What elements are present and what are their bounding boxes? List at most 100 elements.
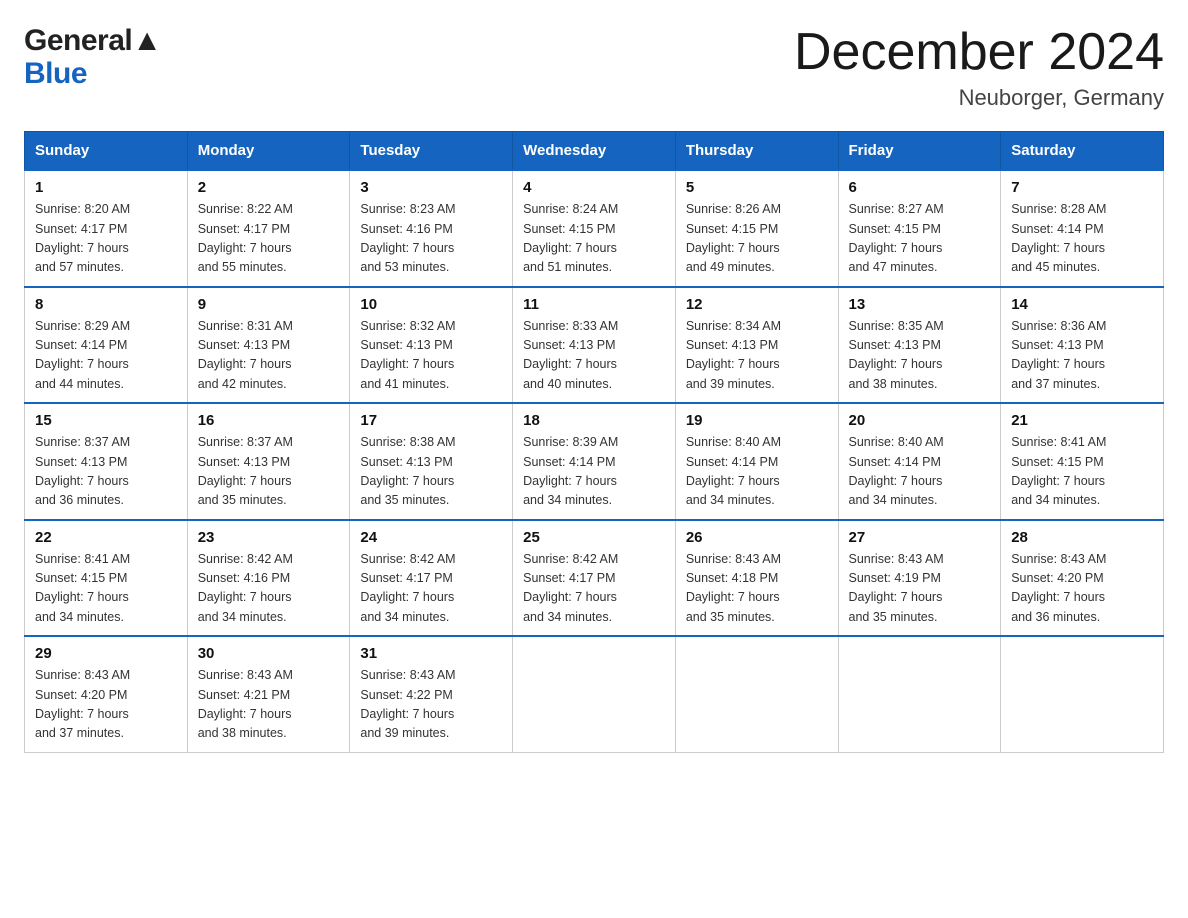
day-info: Sunrise: 8:35 AM Sunset: 4:13 PM Dayligh… (849, 317, 991, 395)
day-number: 31 (360, 645, 502, 662)
day-info: Sunrise: 8:23 AM Sunset: 4:16 PM Dayligh… (360, 200, 502, 278)
day-number: 20 (849, 412, 991, 429)
day-info: Sunrise: 8:37 AM Sunset: 4:13 PM Dayligh… (35, 433, 177, 511)
title-block: December 2024 Neuborger, Germany (794, 24, 1164, 111)
table-row: 1 Sunrise: 8:20 AM Sunset: 4:17 PM Dayli… (25, 170, 188, 287)
table-row: 26 Sunrise: 8:43 AM Sunset: 4:18 PM Dayl… (675, 520, 838, 637)
day-number: 26 (686, 529, 828, 546)
day-number: 17 (360, 412, 502, 429)
day-info: Sunrise: 8:41 AM Sunset: 4:15 PM Dayligh… (35, 550, 177, 628)
day-info: Sunrise: 8:24 AM Sunset: 4:15 PM Dayligh… (523, 200, 665, 278)
day-info: Sunrise: 8:32 AM Sunset: 4:13 PM Dayligh… (360, 317, 502, 395)
week-row-5: 29 Sunrise: 8:43 AM Sunset: 4:20 PM Dayl… (25, 636, 1164, 752)
day-info: Sunrise: 8:27 AM Sunset: 4:15 PM Dayligh… (849, 200, 991, 278)
week-row-1: 1 Sunrise: 8:20 AM Sunset: 4:17 PM Dayli… (25, 170, 1164, 287)
day-info: Sunrise: 8:31 AM Sunset: 4:13 PM Dayligh… (198, 317, 340, 395)
day-info: Sunrise: 8:28 AM Sunset: 4:14 PM Dayligh… (1011, 200, 1153, 278)
day-number: 5 (686, 179, 828, 196)
day-number: 22 (35, 529, 177, 546)
table-row: 13 Sunrise: 8:35 AM Sunset: 4:13 PM Dayl… (838, 287, 1001, 404)
table-row: 17 Sunrise: 8:38 AM Sunset: 4:13 PM Dayl… (350, 403, 513, 520)
day-number: 11 (523, 296, 665, 313)
col-friday: Friday (838, 132, 1001, 171)
table-row: 31 Sunrise: 8:43 AM Sunset: 4:22 PM Dayl… (350, 636, 513, 752)
day-number: 8 (35, 296, 177, 313)
day-number: 15 (35, 412, 177, 429)
day-number: 23 (198, 529, 340, 546)
day-number: 12 (686, 296, 828, 313)
day-number: 21 (1011, 412, 1153, 429)
table-row: 6 Sunrise: 8:27 AM Sunset: 4:15 PM Dayli… (838, 170, 1001, 287)
day-number: 30 (198, 645, 340, 662)
table-row: 4 Sunrise: 8:24 AM Sunset: 4:15 PM Dayli… (513, 170, 676, 287)
week-row-2: 8 Sunrise: 8:29 AM Sunset: 4:14 PM Dayli… (25, 287, 1164, 404)
day-info: Sunrise: 8:43 AM Sunset: 4:22 PM Dayligh… (360, 666, 502, 744)
table-row: 7 Sunrise: 8:28 AM Sunset: 4:14 PM Dayli… (1001, 170, 1164, 287)
table-row: 30 Sunrise: 8:43 AM Sunset: 4:21 PM Dayl… (187, 636, 350, 752)
day-info: Sunrise: 8:43 AM Sunset: 4:19 PM Dayligh… (849, 550, 991, 628)
table-row: 15 Sunrise: 8:37 AM Sunset: 4:13 PM Dayl… (25, 403, 188, 520)
day-info: Sunrise: 8:43 AM Sunset: 4:20 PM Dayligh… (1011, 550, 1153, 628)
table-row (675, 636, 838, 752)
table-row: 10 Sunrise: 8:32 AM Sunset: 4:13 PM Dayl… (350, 287, 513, 404)
day-number: 28 (1011, 529, 1153, 546)
col-monday: Monday (187, 132, 350, 171)
table-row: 21 Sunrise: 8:41 AM Sunset: 4:15 PM Dayl… (1001, 403, 1164, 520)
table-row: 23 Sunrise: 8:42 AM Sunset: 4:16 PM Dayl… (187, 520, 350, 637)
main-title: December 2024 (794, 24, 1164, 81)
day-info: Sunrise: 8:40 AM Sunset: 4:14 PM Dayligh… (849, 433, 991, 511)
day-number: 6 (849, 179, 991, 196)
day-number: 13 (849, 296, 991, 313)
day-number: 7 (1011, 179, 1153, 196)
table-row: 27 Sunrise: 8:43 AM Sunset: 4:19 PM Dayl… (838, 520, 1001, 637)
table-row: 2 Sunrise: 8:22 AM Sunset: 4:17 PM Dayli… (187, 170, 350, 287)
table-row (513, 636, 676, 752)
day-number: 14 (1011, 296, 1153, 313)
table-row: 8 Sunrise: 8:29 AM Sunset: 4:14 PM Dayli… (25, 287, 188, 404)
day-info: Sunrise: 8:36 AM Sunset: 4:13 PM Dayligh… (1011, 317, 1153, 395)
day-info: Sunrise: 8:22 AM Sunset: 4:17 PM Dayligh… (198, 200, 340, 278)
day-number: 1 (35, 179, 177, 196)
logo: General▲ Blue (24, 24, 161, 90)
table-row (1001, 636, 1164, 752)
day-number: 29 (35, 645, 177, 662)
table-row: 20 Sunrise: 8:40 AM Sunset: 4:14 PM Dayl… (838, 403, 1001, 520)
week-row-4: 22 Sunrise: 8:41 AM Sunset: 4:15 PM Dayl… (25, 520, 1164, 637)
day-number: 27 (849, 529, 991, 546)
day-number: 25 (523, 529, 665, 546)
day-info: Sunrise: 8:43 AM Sunset: 4:21 PM Dayligh… (198, 666, 340, 744)
day-info: Sunrise: 8:42 AM Sunset: 4:16 PM Dayligh… (198, 550, 340, 628)
table-row: 12 Sunrise: 8:34 AM Sunset: 4:13 PM Dayl… (675, 287, 838, 404)
col-saturday: Saturday (1001, 132, 1164, 171)
day-info: Sunrise: 8:39 AM Sunset: 4:14 PM Dayligh… (523, 433, 665, 511)
col-thursday: Thursday (675, 132, 838, 171)
logo-general-text: General (24, 24, 132, 57)
table-row: 29 Sunrise: 8:43 AM Sunset: 4:20 PM Dayl… (25, 636, 188, 752)
day-info: Sunrise: 8:37 AM Sunset: 4:13 PM Dayligh… (198, 433, 340, 511)
col-tuesday: Tuesday (350, 132, 513, 171)
table-row: 25 Sunrise: 8:42 AM Sunset: 4:17 PM Dayl… (513, 520, 676, 637)
day-info: Sunrise: 8:41 AM Sunset: 4:15 PM Dayligh… (1011, 433, 1153, 511)
day-number: 24 (360, 529, 502, 546)
table-row: 18 Sunrise: 8:39 AM Sunset: 4:14 PM Dayl… (513, 403, 676, 520)
day-info: Sunrise: 8:26 AM Sunset: 4:15 PM Dayligh… (686, 200, 828, 278)
logo-line1: General▲ (24, 24, 161, 57)
day-info: Sunrise: 8:43 AM Sunset: 4:18 PM Dayligh… (686, 550, 828, 628)
table-row: 22 Sunrise: 8:41 AM Sunset: 4:15 PM Dayl… (25, 520, 188, 637)
calendar-header-row: Sunday Monday Tuesday Wednesday Thursday… (25, 132, 1164, 171)
day-info: Sunrise: 8:42 AM Sunset: 4:17 PM Dayligh… (360, 550, 502, 628)
day-number: 19 (686, 412, 828, 429)
table-row: 3 Sunrise: 8:23 AM Sunset: 4:16 PM Dayli… (350, 170, 513, 287)
calendar-table: Sunday Monday Tuesday Wednesday Thursday… (24, 131, 1164, 753)
day-info: Sunrise: 8:33 AM Sunset: 4:13 PM Dayligh… (523, 317, 665, 395)
day-number: 2 (198, 179, 340, 196)
table-row: 16 Sunrise: 8:37 AM Sunset: 4:13 PM Dayl… (187, 403, 350, 520)
day-number: 9 (198, 296, 340, 313)
day-number: 3 (360, 179, 502, 196)
table-row: 11 Sunrise: 8:33 AM Sunset: 4:13 PM Dayl… (513, 287, 676, 404)
col-sunday: Sunday (25, 132, 188, 171)
subtitle: Neuborger, Germany (794, 85, 1164, 111)
day-number: 4 (523, 179, 665, 196)
day-info: Sunrise: 8:42 AM Sunset: 4:17 PM Dayligh… (523, 550, 665, 628)
table-row (838, 636, 1001, 752)
